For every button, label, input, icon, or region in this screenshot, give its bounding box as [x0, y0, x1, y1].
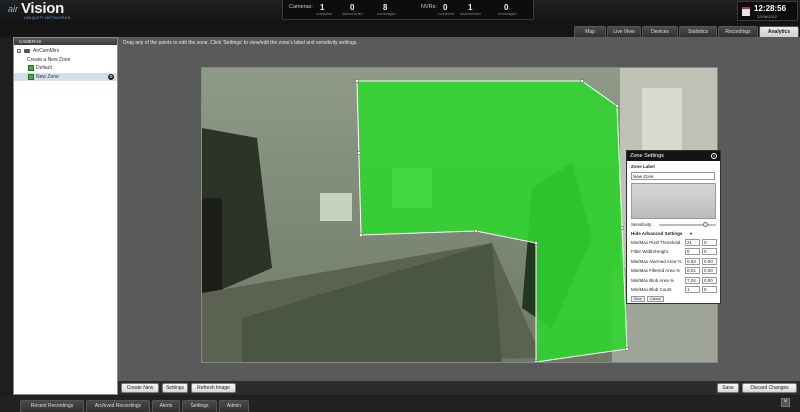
slider-handle[interactable]	[703, 222, 709, 227]
sensitivity-slider[interactable]	[659, 222, 716, 227]
sidebar-zone-new[interactable]: New Zone ⚙	[14, 73, 117, 81]
sidebar-header: CAMERAS	[14, 38, 117, 45]
tab-alerts[interactable]: Alerts	[152, 400, 180, 412]
calendar-icon	[742, 7, 750, 16]
zone-settings-apply-button[interactable]: Save	[631, 296, 645, 302]
tab-map[interactable]: Map	[574, 26, 606, 37]
tab-admin[interactable]: Admin	[219, 400, 249, 412]
tab-recordings[interactable]: Recordings	[718, 26, 758, 37]
gear-icon[interactable]: ⚙	[108, 74, 114, 80]
logo-air-text: air	[8, 4, 19, 14]
filter-height-input[interactable]	[702, 248, 717, 255]
tab-statistics[interactable]: Statistics	[679, 26, 717, 37]
zone-toolbar: Create New Settings Refresh Image Save D…	[118, 381, 800, 395]
cameras-connected-caption: connected	[316, 12, 333, 16]
discard-changes-button[interactable]: Discard Changes	[742, 383, 797, 393]
hide-advanced-settings-link[interactable]: Hide Advanced Settings	[631, 231, 682, 236]
clock: 12:28:56 12/06/2012	[737, 1, 798, 21]
close-icon[interactable]: ×	[781, 398, 790, 407]
cameras-disconnected-count: 0	[350, 3, 355, 12]
nvrs-disconnected-count: 1	[468, 3, 473, 12]
filtered-area-min-input[interactable]	[685, 267, 700, 274]
clock-time: 12:28:56	[754, 4, 787, 13]
setting-label-blob-count: Min/Max Blob Count	[631, 287, 672, 292]
nvrs-disconnected-caption: disconnected	[460, 12, 481, 16]
pixel-threshold-max-input[interactable]	[702, 239, 717, 246]
tab-devices[interactable]: Devices	[642, 26, 678, 37]
cameras-connected-count: 1	[320, 3, 325, 12]
setting-label-filter-size: Filter Width/Height	[631, 249, 669, 254]
tab-settings[interactable]: Settings	[182, 400, 217, 412]
nvrs-connected-count: 0	[443, 3, 448, 12]
zone-default-label: Default	[36, 65, 52, 71]
tab-analytics[interactable]: Analytics	[759, 26, 799, 37]
camera-sidebar: CAMERAS − AirCamMini Create a New Zone D…	[13, 37, 118, 395]
camera-icon	[24, 49, 30, 53]
blob-area-max-input[interactable]	[702, 277, 717, 284]
tab-live-view[interactable]: Live View	[607, 26, 641, 37]
main-navigation: Map Live View Devices Statistics Recordi…	[0, 23, 800, 37]
clock-date: 12/06/2012	[757, 14, 778, 19]
expand-arrow-icon[interactable]: ▼	[689, 231, 693, 236]
zone-label-input[interactable]	[631, 172, 715, 180]
setting-label-pixel-threshold: Min/Max Pixel Threshold	[631, 240, 681, 245]
save-button[interactable]: Save	[717, 383, 739, 393]
cameras-unmanaged-count: 8	[383, 3, 388, 12]
setting-label-blob-area: Min/Max Blob Area %	[631, 278, 675, 283]
nvrs-connected-caption: connected	[438, 12, 455, 16]
pixel-threshold-min-input[interactable]	[685, 239, 700, 246]
sidebar-camera-label: AirCamMini	[33, 48, 59, 54]
tab-archived-recordings[interactable]: Archived Recordings	[86, 400, 150, 412]
tab-recent-recordings[interactable]: Recent Recordings	[20, 400, 84, 412]
cameras-unmanaged-caption: unmanaged	[377, 12, 396, 16]
zone-new-label: New Zone	[36, 74, 59, 80]
header: air Vision UBIQUITI NETWORKS Cameras: 1 …	[0, 0, 800, 23]
zone-settings-title: Zone Settings	[627, 151, 720, 161]
alarmed-area-max-input[interactable]	[702, 258, 717, 265]
logo-subtitle: UBIQUITI NETWORKS	[24, 15, 71, 20]
zone-label-heading: Zone Label	[631, 164, 655, 169]
collapse-icon[interactable]: −	[17, 49, 21, 54]
nvrs-unmanaged-caption: unmanaged	[498, 12, 517, 16]
zone-settings-panel: Zone Settings × Zone Label Sensitivity H…	[626, 150, 721, 304]
cameras-label: Cameras:	[289, 4, 313, 10]
zone-icon	[28, 74, 34, 80]
alarmed-area-min-input[interactable]	[685, 258, 700, 265]
nvrs-unmanaged-count: 0	[504, 3, 509, 12]
setting-label-filtered-area: Min/Max Filtered Area %	[631, 268, 681, 273]
close-icon[interactable]: ×	[711, 153, 717, 159]
zone-icon	[28, 65, 34, 71]
cameras-disconnected-caption: disconnected	[342, 12, 363, 16]
device-status-panel: Cameras: 1 connected 0 disconnected 8 un…	[282, 0, 534, 20]
filter-width-input[interactable]	[685, 248, 700, 255]
filtered-area-max-input[interactable]	[702, 267, 717, 274]
create-new-zone-link[interactable]: Create a New Zone	[14, 56, 117, 64]
zone-settings-reset-button[interactable]: Cancel	[647, 296, 664, 302]
create-new-zone-label: Create a New Zone	[27, 57, 71, 63]
sidebar-camera-item[interactable]: − AirCamMini	[14, 47, 117, 55]
refresh-image-button[interactable]: Refresh Image	[191, 383, 236, 393]
sensitivity-label: Sensitivity	[631, 222, 652, 227]
create-new-button[interactable]: Create New	[121, 383, 159, 393]
blob-area-min-input[interactable]	[685, 277, 700, 284]
blob-count-max-input[interactable]	[702, 286, 717, 293]
settings-button[interactable]: Settings	[162, 383, 188, 393]
footer-tabs: Recent Recordings Archived Recordings Al…	[0, 396, 800, 412]
setting-label-alarmed-area: Min/Max Alarmed Area %	[631, 259, 682, 264]
sidebar-zone-default[interactable]: Default	[14, 64, 117, 72]
zone-edit-instruction: Drag any of the points to edit the zone.…	[123, 40, 358, 46]
airvision-logo[interactable]: air Vision UBIQUITI NETWORKS	[8, 0, 80, 22]
zone-preview	[631, 183, 716, 219]
nvrs-label: NVRs:	[421, 4, 437, 10]
blob-count-min-input[interactable]	[685, 286, 700, 293]
